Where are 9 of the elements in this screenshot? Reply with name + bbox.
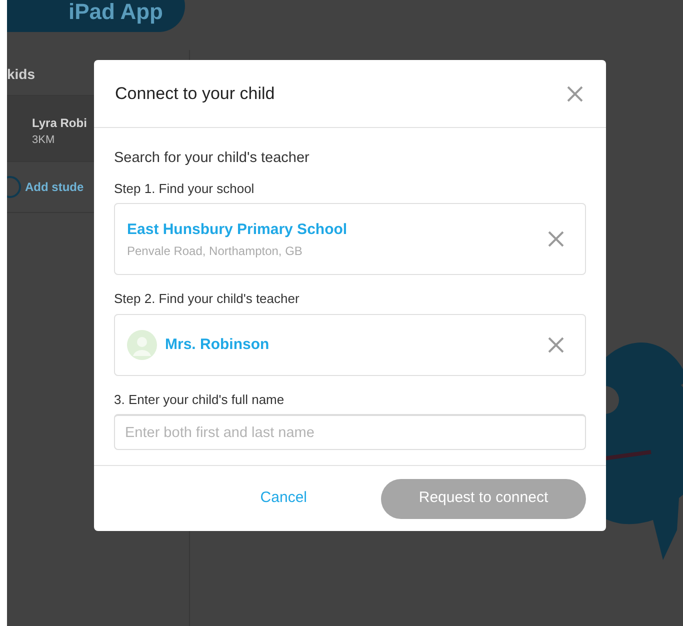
teacher-name: Mrs. Robinson [165, 334, 270, 354]
dialog-instructions: Search for your child's teacher [114, 149, 310, 168]
student-name: Lyra Robi [32, 115, 88, 132]
school-name: East Hunsbury Primary School [127, 220, 348, 240]
step-label: Step 1. Find your school [114, 180, 256, 198]
student-class: 3KM [32, 133, 56, 148]
school-address: Penvale Road, Northampton, GB [127, 242, 304, 260]
step-label: Step 2. Find your child's teacher [114, 290, 300, 308]
step-label: 3. Enter your child's full name [114, 390, 286, 409]
